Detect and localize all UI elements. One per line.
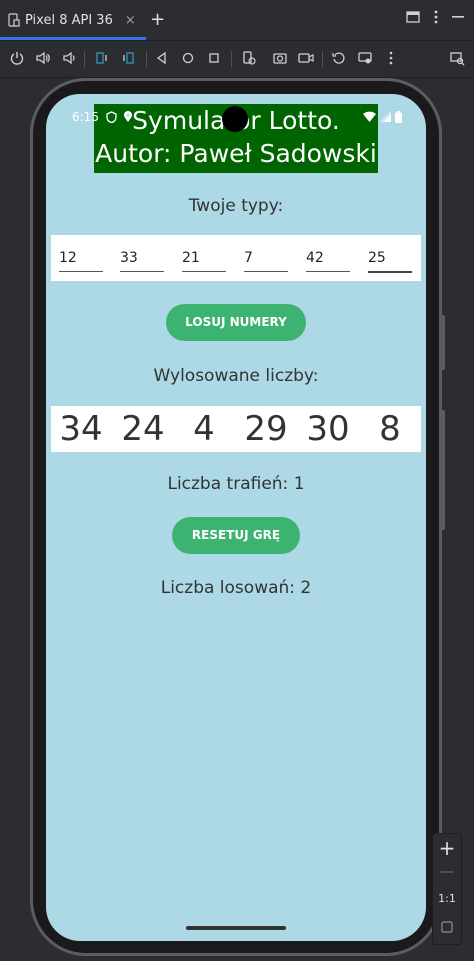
drawn-numbers-row: 34 24 4 29 30 8 <box>51 406 421 452</box>
gesture-bar[interactable] <box>186 926 286 930</box>
back-icon[interactable] <box>153 49 171 67</box>
add-tab-icon[interactable]: + <box>150 9 165 30</box>
drawn-number-5: 30 <box>306 409 350 449</box>
record-icon[interactable] <box>297 49 315 67</box>
pick-input-5[interactable]: 42 <box>306 245 350 272</box>
zoom-fit-icon[interactable] <box>433 918 461 937</box>
header-author: Autor: Paweł Sadowski <box>95 139 377 168</box>
your-picks-label: Twoje typy: <box>188 196 284 216</box>
pick-input-3[interactable]: 21 <box>182 245 226 272</box>
screenshot-icon[interactable] <box>271 49 289 67</box>
zoom-panel: + — 1:1 <box>432 833 462 945</box>
draw-numbers-button[interactable]: LOSUJ NUMERY <box>166 304 306 341</box>
drawn-number-4: 29 <box>244 409 288 449</box>
drawn-number-6: 8 <box>379 409 401 449</box>
minimize-icon[interactable] <box>452 15 464 19</box>
device-volume-rocker <box>441 410 445 530</box>
device-tab-label: Pixel 8 API 36 <box>25 12 113 28</box>
drawn-number-1: 34 <box>59 409 103 449</box>
close-tab-icon[interactable]: × <box>125 13 136 28</box>
draws-count: Liczba losowań: 2 <box>160 578 312 598</box>
status-time: 6:15 <box>72 110 99 124</box>
inspect-icon[interactable] <box>448 49 466 67</box>
front-camera <box>222 106 248 132</box>
signal-icon <box>380 111 391 122</box>
overview-icon[interactable] <box>205 49 223 67</box>
window-mode-icon[interactable] <box>406 11 420 23</box>
device-tab[interactable]: Pixel 8 API 36 × <box>8 8 136 32</box>
device-icon <box>8 13 20 27</box>
battery-icon <box>395 111 402 123</box>
pick-input-6[interactable]: 25 <box>368 245 412 273</box>
picks-row: 12 33 21 7 42 25 <box>51 235 421 281</box>
volume-down-icon[interactable] <box>60 49 78 67</box>
reset-game-button[interactable]: RESETUJ GRĘ <box>172 517 300 554</box>
zoom-out-icon[interactable]: — <box>433 864 461 880</box>
zoom-in-icon[interactable]: + <box>433 836 461 860</box>
snapshot-icon[interactable] <box>330 49 348 67</box>
emulator-tab-bar: Pixel 8 API 36 × + <box>0 0 474 40</box>
wifi-icon <box>363 111 376 122</box>
display-settings-icon[interactable] <box>356 49 374 67</box>
drawn-numbers-label: Wylosowane liczby: <box>153 366 319 386</box>
fold-icon[interactable] <box>240 49 258 67</box>
home-icon[interactable] <box>179 49 197 67</box>
volume-up-icon[interactable] <box>34 49 52 67</box>
device-power-button <box>441 315 445 370</box>
drawn-number-2: 24 <box>121 409 165 449</box>
emulator-toolbar <box>0 40 474 78</box>
zoom-actual-size[interactable]: 1:1 <box>433 892 461 905</box>
device-screen: 6:15 Symulator Lotto. Autor: Paweł Sadow… <box>46 94 426 941</box>
rotate-left-icon[interactable] <box>93 49 111 67</box>
more-options-icon[interactable] <box>434 10 438 24</box>
drawn-number-3: 4 <box>193 409 215 449</box>
toolbar-more-icon[interactable] <box>382 49 400 67</box>
shield-icon <box>106 111 117 123</box>
pick-input-4[interactable]: 7 <box>244 245 288 272</box>
hits-count: Liczba trafień: 1 <box>167 474 305 494</box>
pick-input-1[interactable]: 12 <box>59 245 103 272</box>
location-icon <box>124 111 132 122</box>
rotate-right-icon[interactable] <box>119 49 137 67</box>
pick-input-2[interactable]: 33 <box>120 245 164 272</box>
power-icon[interactable] <box>8 49 26 67</box>
